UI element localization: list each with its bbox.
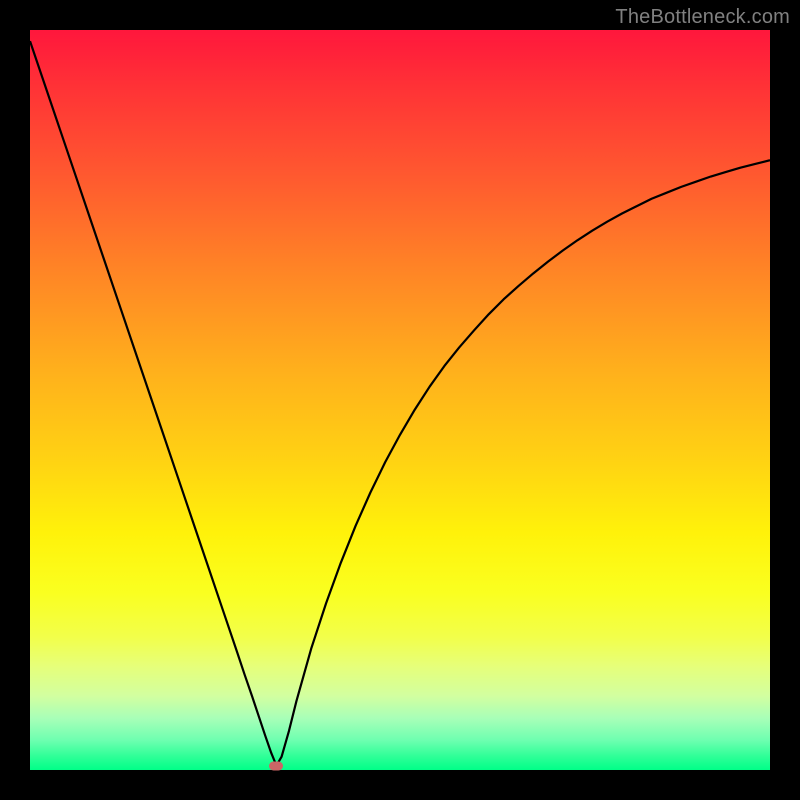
watermark-text: TheBottleneck.com	[615, 6, 790, 29]
plot-area	[30, 30, 770, 770]
chart-frame: TheBottleneck.com	[0, 0, 800, 800]
curve-layer	[30, 30, 770, 770]
bottleneck-curve	[30, 41, 770, 765]
min-marker	[269, 761, 283, 770]
